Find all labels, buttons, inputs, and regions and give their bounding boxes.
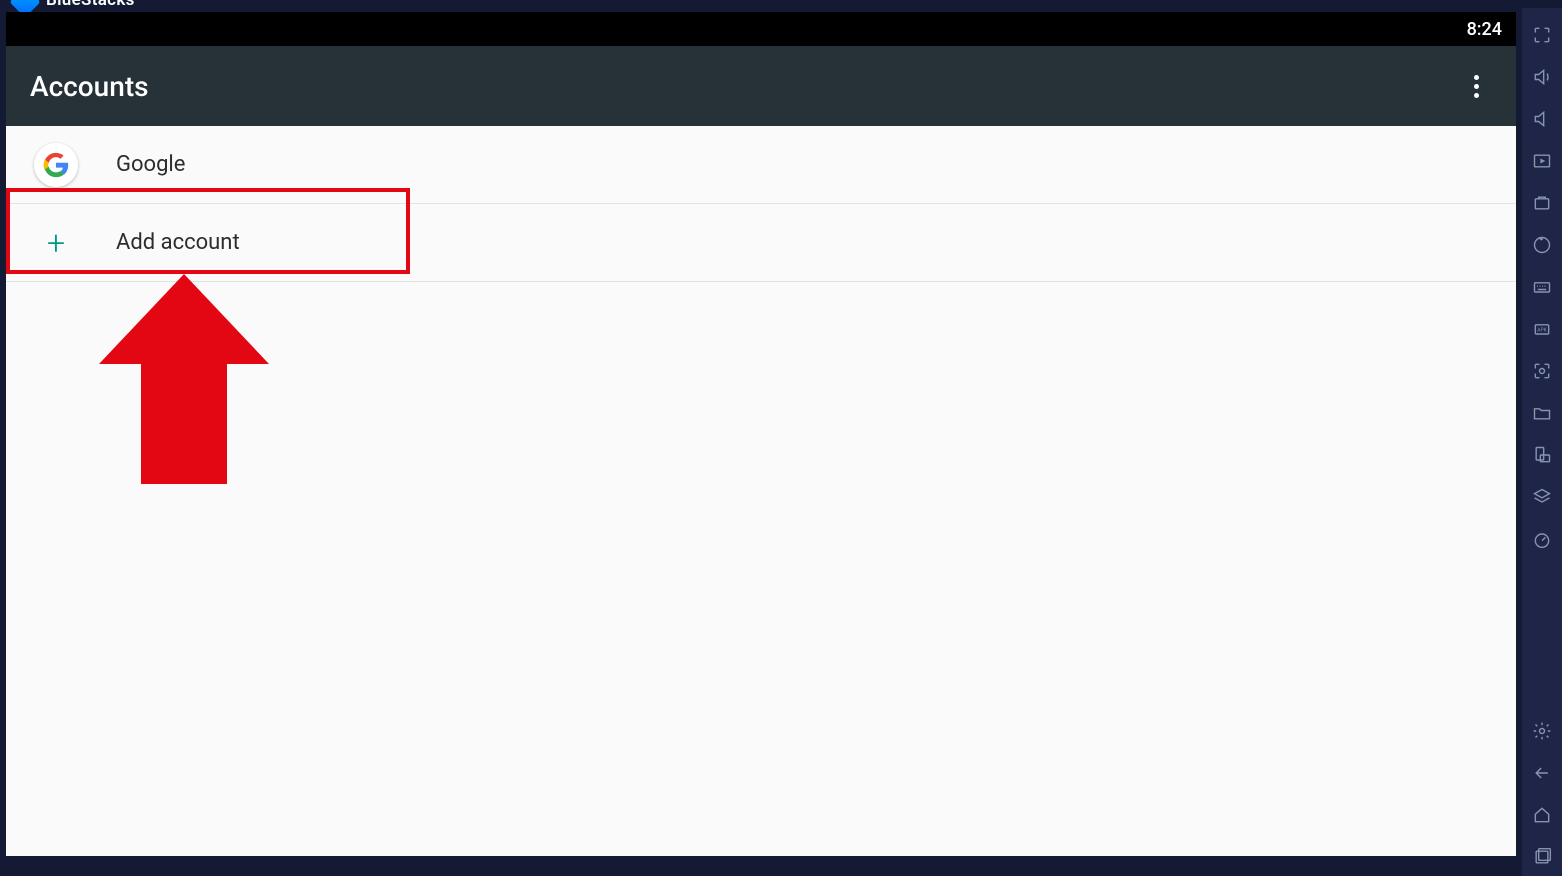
accounts-appbar: Accounts (6, 46, 1516, 126)
accounts-list: Google + Add account (6, 126, 1516, 856)
bluestacks-app-name: BlueStacks (46, 0, 135, 10)
settings-icon[interactable] (1522, 712, 1562, 750)
overflow-menu-icon[interactable] (1460, 70, 1492, 102)
svg-text:APK: APK (1537, 328, 1547, 334)
bluestacks-sidebar: APK (1522, 8, 1562, 876)
bluestacks-window: BlueStacks APK (0, 0, 1562, 876)
layers-icon[interactable] (1522, 478, 1562, 516)
recent-apps-icon[interactable] (1522, 838, 1562, 876)
page-title: Accounts (30, 70, 149, 103)
rotate-icon[interactable] (1522, 436, 1562, 474)
account-row-google[interactable]: Google (6, 126, 1516, 204)
google-icon (34, 143, 78, 187)
pip-icon[interactable] (1522, 142, 1562, 180)
camera-icon[interactable] (1522, 352, 1562, 390)
status-time: 8:24 (1467, 19, 1502, 40)
speed-icon[interactable] (1522, 520, 1562, 558)
back-icon[interactable] (1522, 754, 1562, 792)
add-account-row[interactable]: + Add account (6, 204, 1516, 282)
bluestacks-titlebar: BlueStacks (0, 0, 1562, 8)
android-screen: 8:24 Accounts (6, 12, 1516, 856)
keyboard-icon[interactable] (1522, 268, 1562, 306)
folder-icon[interactable] (1522, 394, 1562, 432)
fullscreen-icon[interactable] (1522, 16, 1562, 54)
volume-down-icon[interactable] (1522, 100, 1562, 138)
sync-icon[interactable] (1522, 184, 1562, 222)
add-account-label: Add account (116, 230, 240, 255)
plus-icon: + (47, 227, 65, 259)
home-icon[interactable] (1522, 796, 1562, 834)
rewind-icon[interactable] (1522, 226, 1562, 264)
volume-up-icon[interactable] (1522, 58, 1562, 96)
android-statusbar: 8:24 (6, 12, 1516, 46)
apk-icon[interactable]: APK (1522, 310, 1562, 348)
account-label: Google (116, 152, 185, 177)
